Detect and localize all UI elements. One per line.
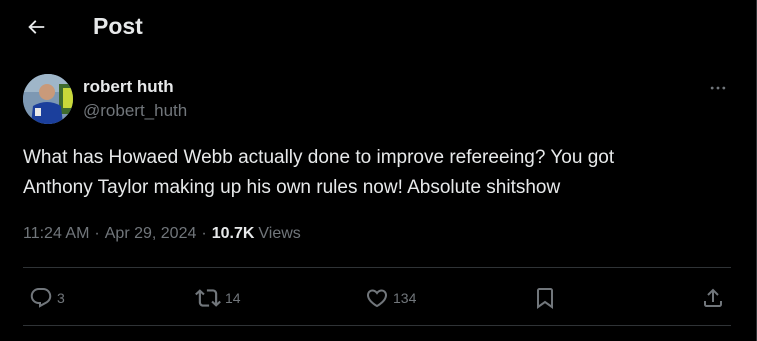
- bookmark-icon: [537, 288, 553, 309]
- views-count[interactable]: 10.7K: [212, 224, 255, 244]
- post-date[interactable]: Apr 29, 2024: [105, 224, 197, 244]
- arrow-left-icon: [28, 20, 45, 34]
- top-bar: Post: [0, 0, 756, 53]
- post-time[interactable]: 11:24 AM: [23, 224, 89, 244]
- like-button[interactable]: 134: [365, 282, 416, 314]
- avatar-image: [23, 74, 73, 124]
- views-label: Views: [258, 225, 301, 242]
- reply-icon: [30, 288, 52, 308]
- heart-icon: [366, 289, 388, 308]
- more-horizontal-icon: [710, 86, 726, 90]
- reply-button[interactable]: 3: [29, 282, 65, 314]
- reply-count: 3: [57, 290, 65, 306]
- meta-separator: ·: [94, 225, 100, 242]
- author-handle[interactable]: @robert_huth: [83, 101, 187, 121]
- page-title: Post: [93, 13, 143, 39]
- divider: [23, 325, 731, 326]
- divider: [23, 267, 731, 268]
- share-button[interactable]: [701, 282, 725, 314]
- repost-icon: [195, 289, 221, 307]
- bookmark-button[interactable]: [533, 282, 557, 314]
- like-count: 134: [393, 290, 417, 306]
- post-meta: 11:24 AM · Apr 29, 2024 · 10.7K Views: [23, 224, 301, 244]
- more-options-button[interactable]: [702, 74, 734, 102]
- repost-count: 14: [225, 290, 241, 306]
- repost-button[interactable]: 14: [195, 282, 241, 314]
- author-name[interactable]: robert huth: [83, 77, 174, 97]
- back-button[interactable]: [18, 9, 54, 45]
- post-page: Post robert huth @robert_huth What has H…: [0, 0, 757, 341]
- action-bar: 3 14 134: [23, 282, 731, 314]
- share-icon: [704, 288, 722, 307]
- avatar[interactable]: [23, 74, 73, 124]
- meta-separator: ·: [201, 225, 207, 242]
- post-text: What has Howaed Webb actually done to im…: [23, 147, 615, 198]
